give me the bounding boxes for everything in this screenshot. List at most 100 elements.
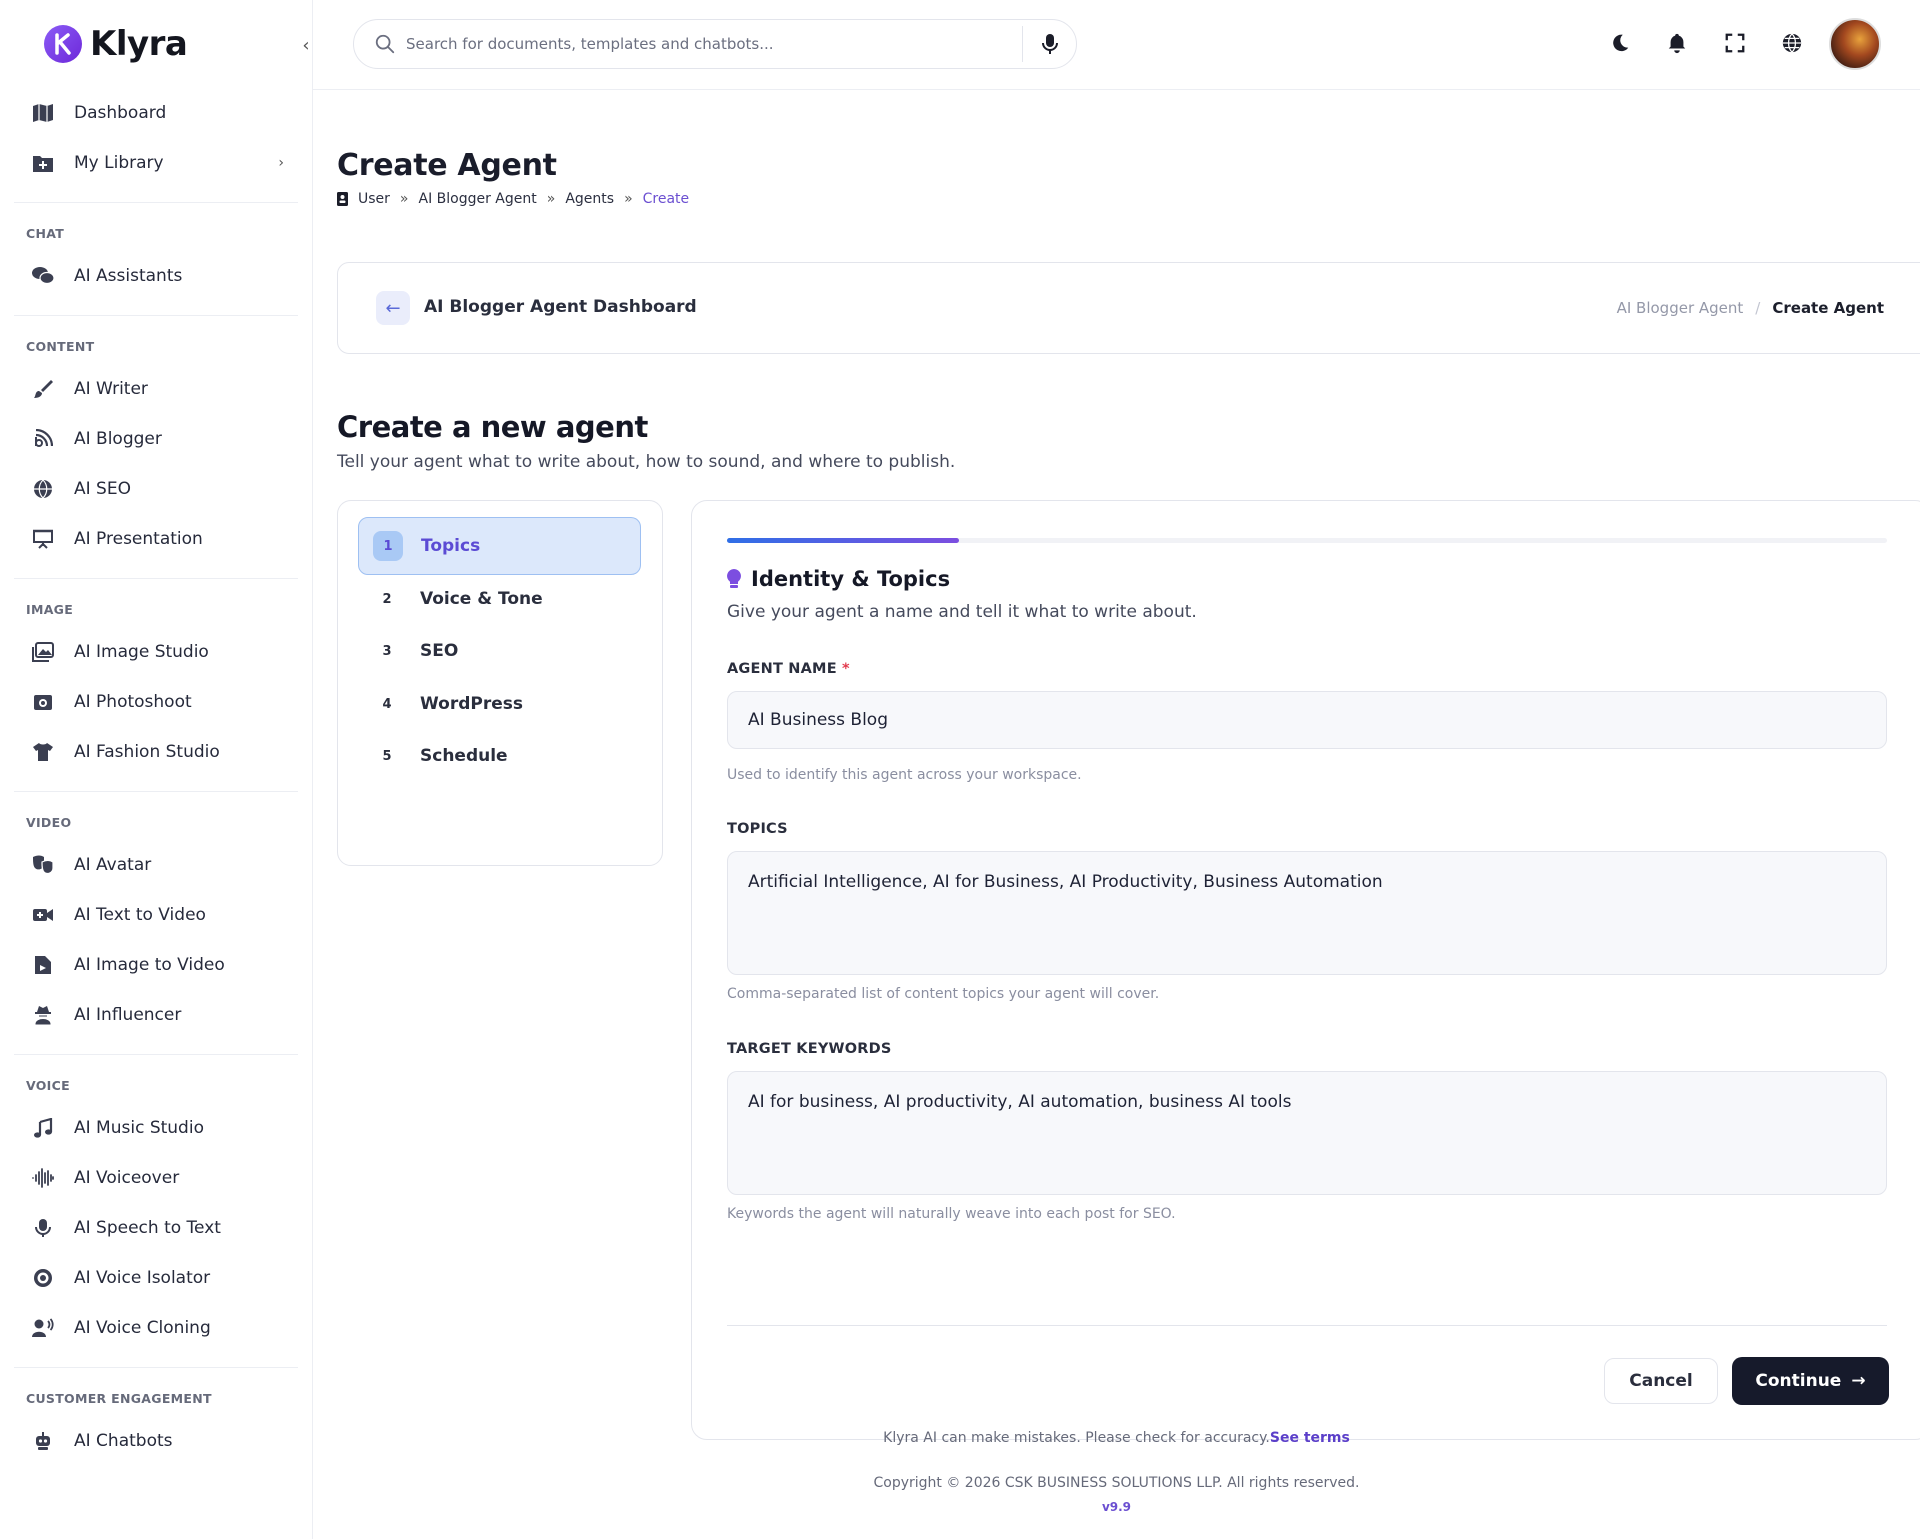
sidebar-divider: [14, 1054, 298, 1055]
target-keywords-textarea[interactable]: AI for business, AI productivity, AI aut…: [727, 1071, 1887, 1195]
sidebar-section-heading: CHAT: [26, 226, 65, 241]
sidebar-item-ai-image-to-video[interactable]: AI Image to Video: [14, 940, 298, 990]
sidebar-item-ai-voiceover[interactable]: AI Voiceover: [14, 1153, 298, 1203]
sidebar-item-ai-chatbots[interactable]: AI Chatbots: [14, 1416, 298, 1466]
continue-label: Continue: [1755, 1371, 1842, 1391]
fullscreen-button[interactable]: [1722, 30, 1748, 56]
dashboard-crumb-current: Create Agent: [1772, 299, 1884, 317]
topics-textarea[interactable]: Artificial Intelligence, AI for Business…: [727, 851, 1887, 975]
cancel-button[interactable]: Cancel: [1604, 1358, 1718, 1404]
sidebar-section-heading: CUSTOMER ENGAGEMENT: [26, 1391, 212, 1406]
progress-bar: [727, 538, 1887, 543]
sidebar-item-my-library[interactable]: My Library ›: [14, 138, 298, 188]
sidebar-item-ai-influencer[interactable]: AI Influencer: [14, 990, 298, 1040]
footer-version: v9.9: [1101, 1500, 1132, 1514]
step-label: SEO: [420, 641, 459, 661]
logo[interactable]: Klyra: [44, 24, 188, 64]
globe-icon: [1782, 33, 1802, 54]
step-label: Schedule: [420, 746, 508, 766]
sidebar-item-label: AI Image to Video: [74, 955, 225, 975]
form-divider: [727, 1325, 1887, 1326]
sidebar-item-ai-voice-cloning[interactable]: AI Voice Cloning: [14, 1303, 298, 1353]
footer-disclaimer: Klyra AI can make mistakes. Please check…: [313, 1430, 1920, 1446]
agent-name-label: AGENT NAME *: [727, 661, 850, 677]
step-seo[interactable]: 3 SEO: [358, 622, 641, 680]
user-voice-icon: [30, 1315, 56, 1341]
sidebar-item-label: AI Image Studio: [74, 642, 209, 662]
waveform-icon: [30, 1165, 56, 1191]
dashboard-crumb-parent[interactable]: AI Blogger Agent: [1617, 299, 1744, 317]
sidebar-item-label: AI Voice Isolator: [74, 1268, 211, 1288]
step-topics[interactable]: 1 Topics: [358, 517, 641, 575]
sidebar-item-ai-assistants[interactable]: AI Assistants: [14, 251, 298, 301]
agent-dashboard-card: ← AI Blogger Agent Dashboard AI Blogger …: [337, 262, 1920, 354]
breadcrumb-separator: »: [399, 191, 409, 207]
breadcrumb-agents[interactable]: Agents: [565, 191, 614, 207]
sidebar-item-dashboard[interactable]: Dashboard: [14, 88, 298, 138]
blog-icon: [30, 426, 56, 452]
user-secret-icon: [30, 1002, 56, 1028]
dark-mode-toggle[interactable]: [1607, 30, 1633, 56]
search-icon: [375, 34, 395, 54]
moon-icon: [1613, 34, 1629, 52]
notifications-button[interactable]: [1664, 30, 1690, 56]
step-voice-tone[interactable]: 2 Voice & Tone: [358, 570, 641, 628]
step-number: 2: [382, 591, 392, 607]
microphone-icon: [30, 1215, 56, 1241]
sidebar-item-ai-speech-to-text[interactable]: AI Speech to Text: [14, 1203, 298, 1253]
sidebar-divider: [14, 1367, 298, 1368]
breadcrumb-ai-blogger-agent[interactable]: AI Blogger Agent: [419, 191, 537, 207]
sidebar-item-ai-blogger[interactable]: AI Blogger: [14, 414, 298, 464]
map-icon: [30, 100, 56, 126]
sidebar-item-ai-image-studio[interactable]: AI Image Studio: [14, 627, 298, 677]
agent-name-input[interactable]: [727, 691, 1887, 749]
form-card: Identity & Topics Give your agent a name…: [691, 500, 1920, 1440]
bell-icon: [1668, 33, 1686, 54]
topics-label: TOPICS: [727, 821, 788, 837]
section-subtitle: Give your agent a name and tell it what …: [727, 602, 1197, 622]
microphone-icon: [1041, 34, 1058, 54]
lightbulb-icon: [727, 569, 741, 588]
voice-search-button[interactable]: [1022, 26, 1076, 62]
search-input[interactable]: [406, 35, 1006, 53]
wizard-steps: 1 Topics 2 Voice & Tone 3 SEO 4 WordPress 5 Sched…: [337, 500, 663, 866]
step-label: WordPress: [420, 694, 523, 714]
step-wordpress[interactable]: 4 WordPress: [358, 675, 641, 733]
target-keywords-label: TARGET KEYWORDS: [727, 1041, 892, 1057]
sidebar-item-label: AI Music Studio: [74, 1118, 204, 1138]
expand-icon: [1725, 33, 1745, 53]
sidebar-item-ai-presentation[interactable]: AI Presentation: [14, 514, 298, 564]
continue-button[interactable]: Continue →: [1732, 1357, 1889, 1405]
see-terms-link[interactable]: See terms: [1270, 1430, 1350, 1446]
page-title: Create Agent: [337, 148, 557, 183]
sidebar-item-ai-photoshoot[interactable]: AI Photoshoot: [14, 677, 298, 727]
sidebar-item-ai-writer[interactable]: AI Writer: [14, 364, 298, 414]
step-schedule[interactable]: 5 Schedule: [358, 727, 641, 785]
sidebar-item-ai-seo[interactable]: AI SEO: [14, 464, 298, 514]
presentation-icon: [30, 526, 56, 552]
brush-icon: [30, 376, 56, 402]
sidebar-item-ai-music-studio[interactable]: AI Music Studio: [14, 1103, 298, 1153]
breadcrumb-user[interactable]: User: [358, 191, 390, 207]
sidebar-divider: [14, 315, 298, 316]
language-button[interactable]: [1779, 30, 1805, 56]
step-number: 4: [382, 696, 392, 712]
sidebar-item-ai-avatar[interactable]: AI Avatar: [14, 840, 298, 890]
folder-plus-icon: [30, 150, 56, 176]
disclaimer-text: Klyra AI can make mistakes. Please check…: [883, 1430, 1270, 1446]
robot-icon: [30, 1428, 56, 1454]
dashboard-crumb-separator: /: [1755, 299, 1761, 317]
sidebar-item-label: AI Fashion Studio: [74, 742, 220, 762]
sidebar-item-ai-voice-isolator[interactable]: AI Voice Isolator: [14, 1253, 298, 1303]
sidebar-item-label: AI SEO: [74, 479, 131, 499]
user-avatar[interactable]: [1829, 18, 1881, 70]
camera-icon: [30, 689, 56, 715]
agent-name-label-text: AGENT NAME: [727, 661, 837, 677]
sidebar-item-ai-text-to-video[interactable]: AI Text to Video: [14, 890, 298, 940]
sidebar-item-ai-fashion-studio[interactable]: AI Fashion Studio: [14, 727, 298, 777]
back-button[interactable]: ←: [376, 291, 410, 325]
images-icon: [30, 639, 56, 665]
section-title-text: Identity & Topics: [751, 567, 951, 591]
chat-bubbles-icon: [30, 263, 56, 289]
sidebar-item-label: AI Speech to Text: [74, 1218, 221, 1238]
